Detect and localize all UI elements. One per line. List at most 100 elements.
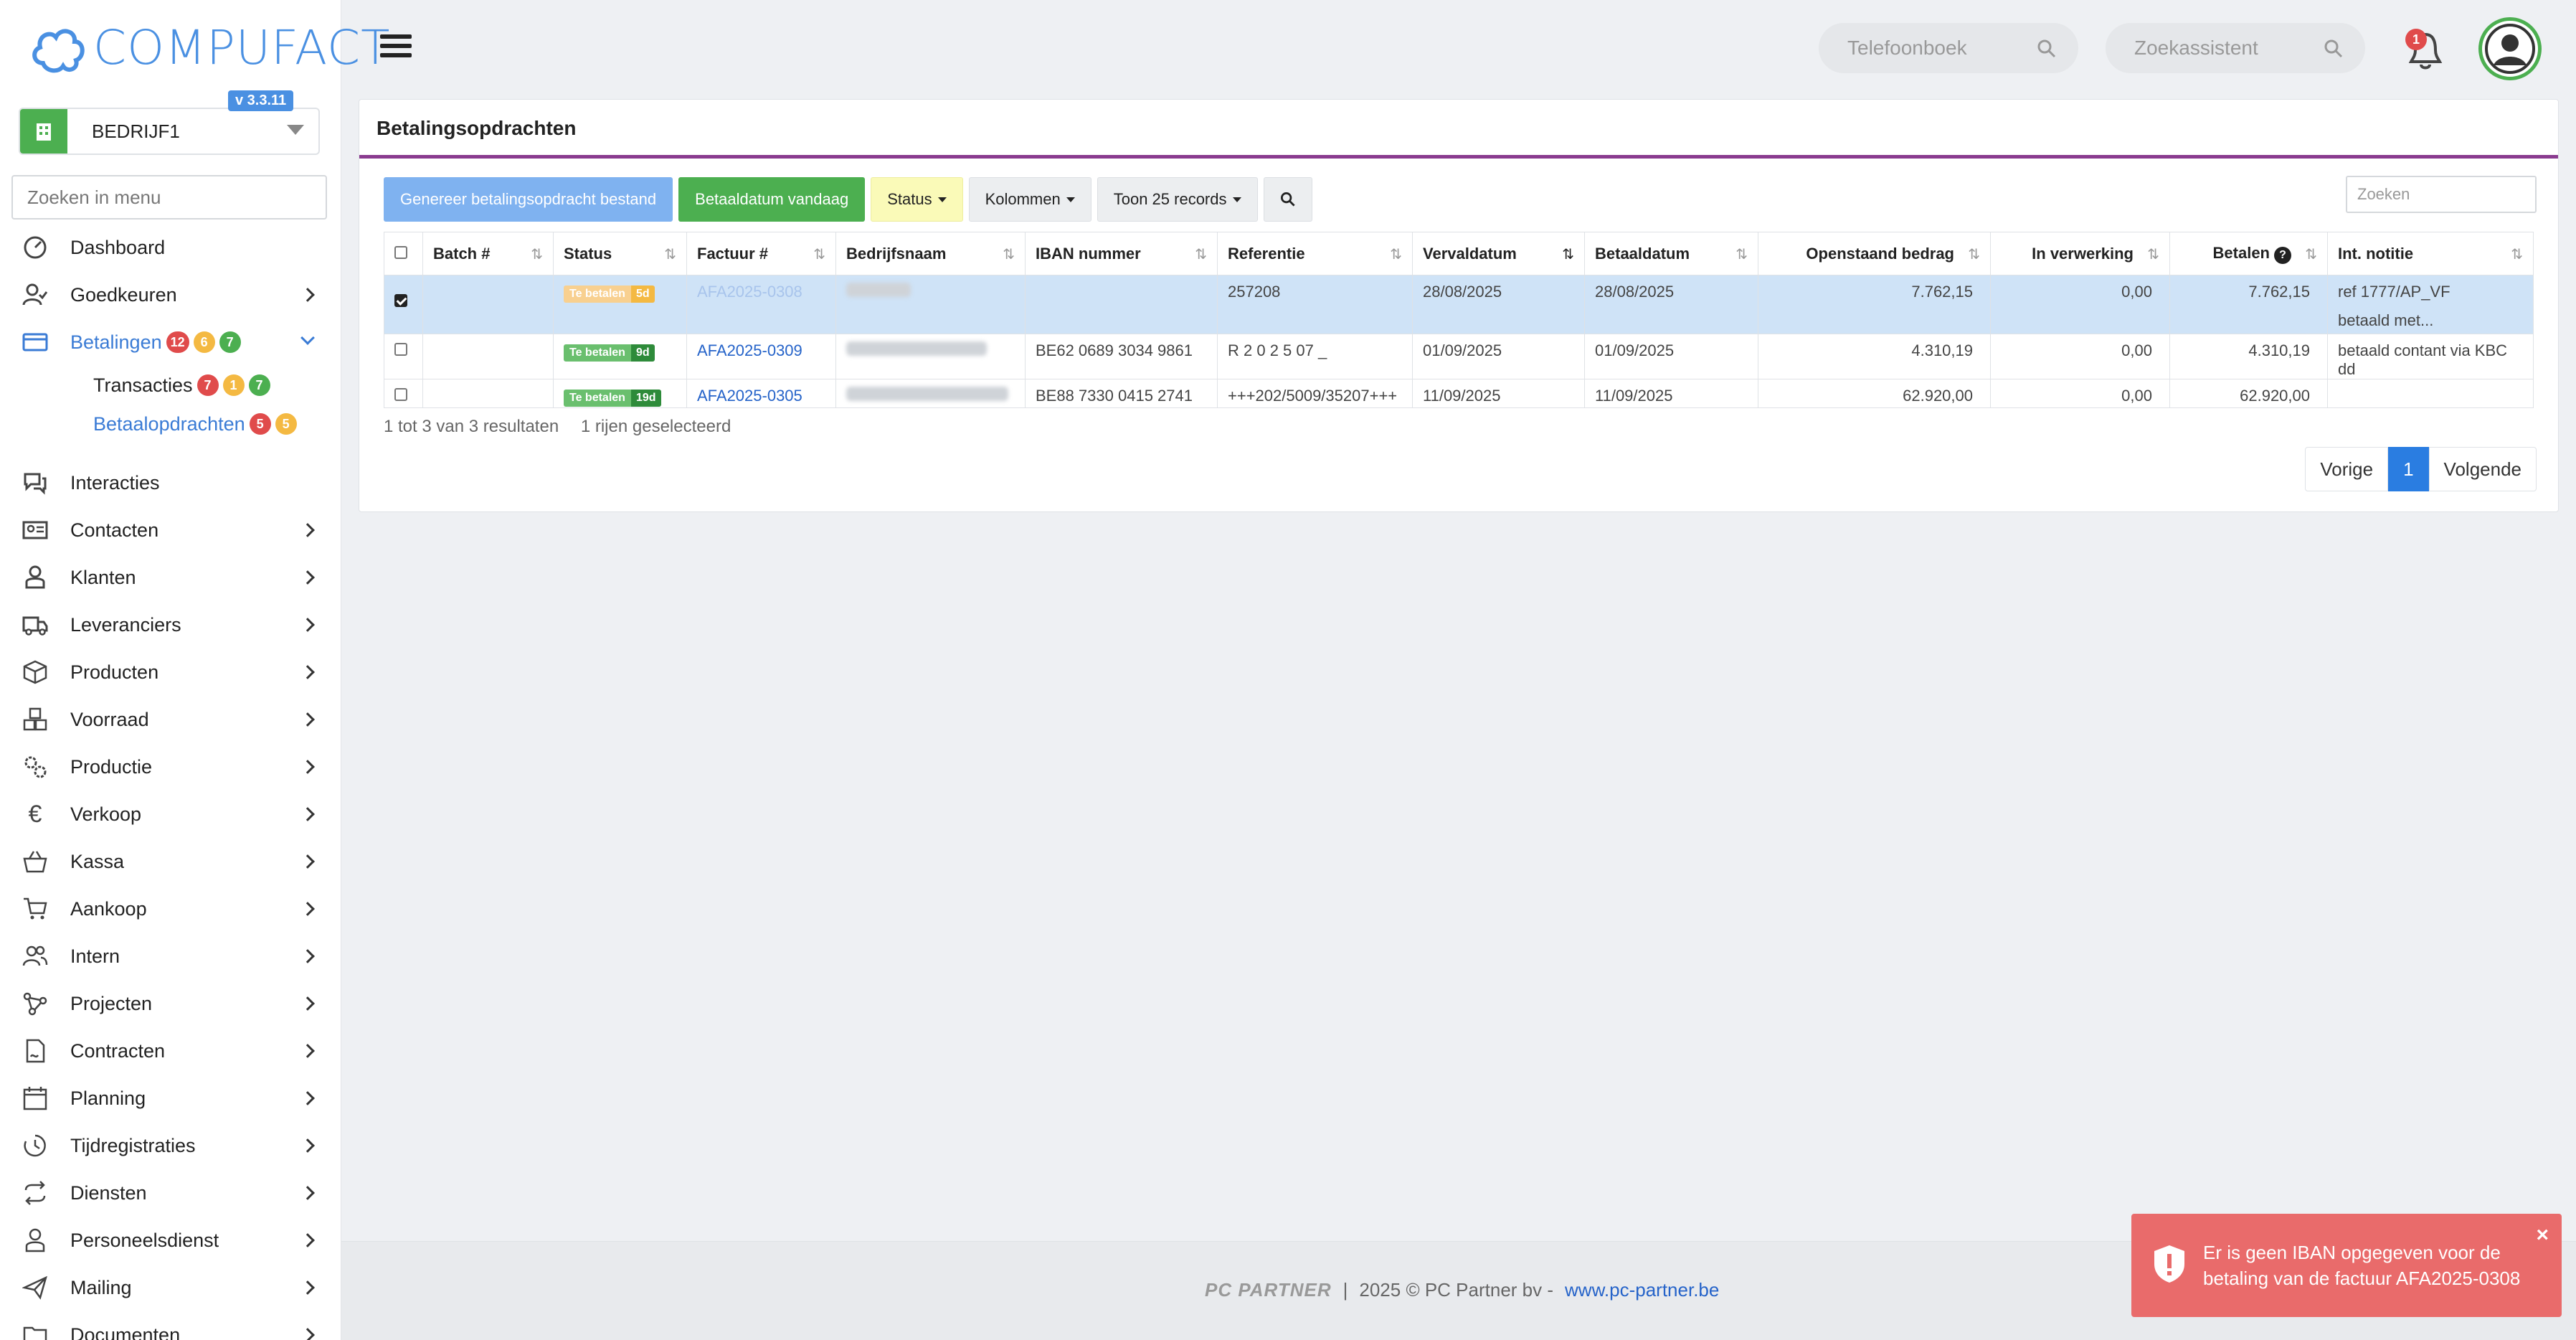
sidebar-item-planning[interactable]: Planning — [0, 1075, 341, 1122]
column-label: Bedrijfsnaam — [846, 244, 947, 263]
hamburger-menu-icon[interactable] — [380, 34, 412, 62]
open-amount-cell: 7.762,15 — [1758, 275, 1991, 334]
menu-search-input[interactable] — [11, 175, 327, 220]
chevron-right-icon — [300, 288, 315, 302]
sidebar-item-goedkeuren[interactable]: Goedkeuren — [0, 271, 341, 319]
sidebar-item-documenten[interactable]: Documenten — [0, 1311, 341, 1340]
chevron-right-icon — [300, 523, 315, 537]
iban-cell — [1025, 275, 1218, 334]
chevron-right-icon — [300, 807, 315, 821]
pay-amount-cell[interactable]: 7.762,15 — [2169, 275, 2328, 334]
notification-count-badge: 1 — [2405, 29, 2427, 50]
column-header[interactable]: Batch # ⇅ — [422, 232, 554, 275]
assistant-search[interactable]: Zoekassistent — [2106, 23, 2365, 73]
row-select-cell[interactable] — [384, 275, 423, 334]
sidebar-item-projecten[interactable]: Projecten — [0, 980, 341, 1027]
next-page-button[interactable]: Volgende — [2428, 447, 2537, 491]
column-label: IBAN nummer — [1036, 244, 1141, 263]
sidebar-item-personeelsdienst[interactable]: Personeelsdienst — [0, 1217, 341, 1264]
advanced-search-button[interactable] — [1263, 177, 1312, 222]
column-header[interactable]: Bedrijfsnaam ⇅ — [835, 232, 1026, 275]
row-checkbox[interactable] — [394, 388, 407, 401]
column-header[interactable]: Openstaand bedrag ⇅ — [1758, 232, 1991, 275]
column-header[interactable]: Status ⇅ — [553, 232, 687, 275]
phonebook-search[interactable]: Telefoonboek — [1819, 23, 2078, 73]
status-badge: Te betalen 5d — [564, 286, 655, 303]
sidebar-item-productie[interactable]: Productie — [0, 743, 341, 791]
column-header[interactable]: Betaaldatum ⇅ — [1584, 232, 1758, 275]
assistant-placeholder: Zoekassistent — [2134, 37, 2258, 59]
generate-file-button[interactable]: Genereer betalingsopdracht bestand — [384, 177, 673, 222]
sidebar-item-diensten[interactable]: Diensten — [0, 1169, 341, 1217]
sidebar-item-leveranciers[interactable]: Leveranciers — [0, 601, 341, 648]
brand-logo[interactable]: COMPUFACT — [29, 19, 390, 76]
footer-website-link[interactable]: www.pc-partner.be — [1565, 1279, 1719, 1301]
sidebar-item-mailing[interactable]: Mailing — [0, 1264, 341, 1311]
invoice-link[interactable]: AFA2025-0308 — [697, 283, 802, 301]
chat-icon — [20, 468, 50, 498]
pay-amount-cell[interactable]: 62.920,00 — [2169, 379, 2328, 408]
select-all-header[interactable] — [384, 232, 423, 275]
row-select-cell[interactable] — [384, 379, 423, 408]
invoice-link[interactable]: AFA2025-0309 — [697, 341, 802, 359]
sidebar-item-verkoop[interactable]: € Verkoop — [0, 791, 341, 838]
toast-message: Er is geen IBAN opgegeven voor de betali… — [2203, 1242, 2521, 1289]
sidebar-item-label: Interacties — [70, 471, 160, 494]
sort-active-icon: ⇅ — [1562, 247, 1574, 263]
table-row[interactable]: Te betalen 9d AFA2025-0309 BE62 0689 3034… — [384, 334, 2534, 379]
paydate-today-button[interactable]: Betaaldatum vandaag — [678, 177, 866, 222]
sidebar-item-contracten[interactable]: Contracten — [0, 1027, 341, 1075]
columns-button[interactable]: Kolommen — [968, 177, 1092, 222]
company-selector[interactable]: BEDRIJF1 — [19, 108, 320, 155]
column-header[interactable]: Factuur # ⇅ — [686, 232, 836, 275]
user-avatar[interactable] — [2478, 17, 2542, 80]
sidebar-item-aankoop[interactable]: Aankoop — [0, 885, 341, 933]
column-header[interactable]: Betalen? ⇅ — [2169, 232, 2328, 275]
sidebar-item-voorraad[interactable]: Voorraad — [0, 696, 341, 743]
note-cell: betaald contant via KBC dd — [2327, 334, 2534, 379]
chevron-right-icon — [300, 1091, 315, 1105]
sidebar-subitem-transacties[interactable]: Transacties 7 1 7 — [0, 366, 341, 405]
shield-alert-icon — [2154, 1245, 2184, 1283]
sidebar-item-label: Diensten — [70, 1181, 147, 1204]
select-all-checkbox[interactable] — [394, 245, 407, 259]
help-icon[interactable]: ? — [2274, 246, 2291, 264]
invoice-link[interactable]: AFA2025-0305 — [697, 387, 802, 405]
sidebar-item-producten[interactable]: Producten — [0, 648, 341, 696]
sidebar-item-label: Productie — [70, 755, 153, 778]
sidebar-item-tijdregistraties[interactable]: Tijdregistraties — [0, 1122, 341, 1169]
sort-icon: ⇅ — [531, 247, 543, 263]
sidebar-subitem-betaalopdrachten[interactable]: Betaalopdrachten 5 5 — [0, 405, 341, 443]
status-filter-button[interactable]: Status — [871, 177, 963, 222]
sidebar-item-interacties[interactable]: Interacties — [0, 459, 341, 506]
sidebar-item-betalingen[interactable]: Betalingen 12 6 7 — [0, 319, 341, 366]
column-header[interactable]: Int. notitie ⇅ — [2327, 232, 2534, 275]
row-checkbox[interactable] — [394, 294, 407, 307]
sidebar-item-label: Voorraad — [70, 708, 149, 730]
column-header[interactable]: Referentie ⇅ — [1217, 232, 1413, 275]
iban-cell: BE88 7330 0415 2741 — [1025, 379, 1218, 408]
payment-orders-table: Batch # ⇅ Status ⇅ Factuur # ⇅ Bedrijfsnaam… — [384, 232, 2534, 408]
sidebar-item-kassa[interactable]: Kassa — [0, 838, 341, 885]
contract-icon — [20, 1036, 50, 1066]
sidebar-item-label: Planning — [70, 1087, 146, 1109]
column-header[interactable]: IBAN nummer ⇅ — [1025, 232, 1218, 275]
table-row[interactable]: Te betalen 5d AFA2025-0308 257208 28/08/2… — [384, 275, 2534, 334]
close-icon[interactable]: × — [2536, 1222, 2549, 1248]
column-header[interactable]: Vervaldatum ⇅ — [1412, 232, 1585, 275]
sidebar-item-contacten[interactable]: Contacten — [0, 506, 341, 554]
sidebar-item-klanten[interactable]: Klanten — [0, 554, 341, 601]
page-size-button[interactable]: Toon 25 records — [1097, 177, 1258, 222]
row-checkbox[interactable] — [394, 343, 407, 356]
page-1-button[interactable]: 1 — [2388, 447, 2429, 491]
chevron-right-icon — [300, 902, 315, 916]
row-select-cell[interactable] — [384, 334, 423, 379]
column-header[interactable]: In verwerking ⇅ — [1990, 232, 2170, 275]
table-search-input[interactable] — [2346, 176, 2537, 213]
count-badge: 7 — [248, 374, 270, 396]
pay-amount-cell[interactable]: 4.310,19 — [2169, 334, 2328, 379]
sidebar-item-dashboard[interactable]: Dashboard — [0, 224, 341, 271]
previous-page-button[interactable]: Vorige — [2305, 447, 2389, 491]
table-row[interactable]: Te betalen 19d AFA2025-0305 BE88 7330 041… — [384, 379, 2534, 408]
sidebar-item-intern[interactable]: Intern — [0, 933, 341, 980]
